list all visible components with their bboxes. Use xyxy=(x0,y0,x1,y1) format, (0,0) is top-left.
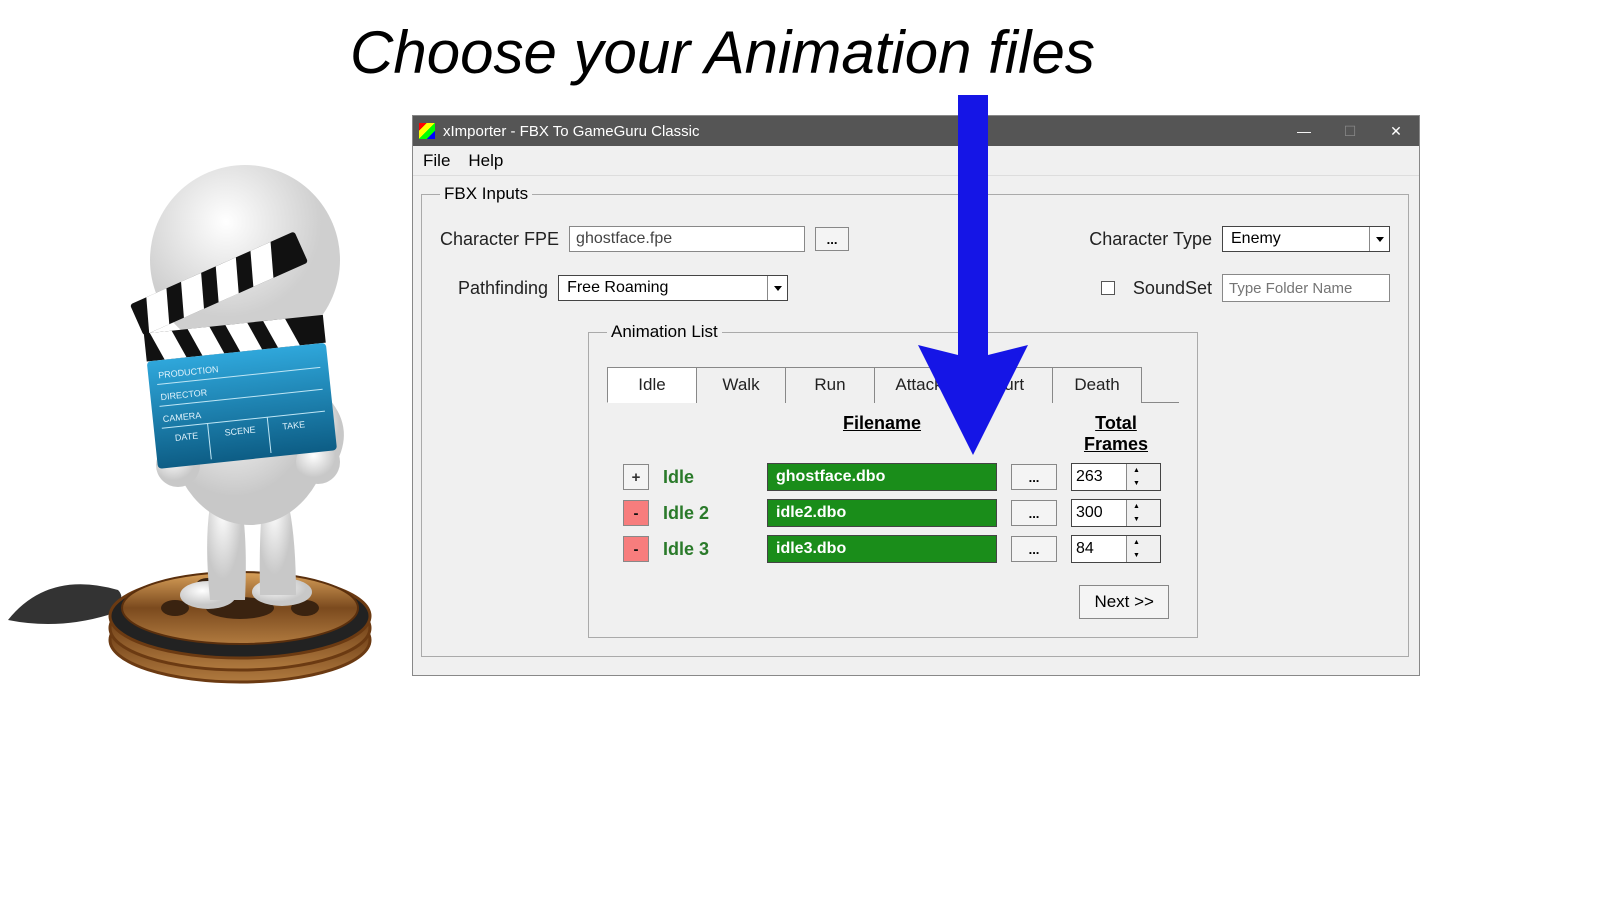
frames-spinner[interactable] xyxy=(1071,535,1161,563)
spin-up-icon[interactable] xyxy=(1127,500,1146,513)
chevron-down-icon xyxy=(1369,227,1389,251)
frames-input[interactable] xyxy=(1072,536,1126,562)
tab-death[interactable]: Death xyxy=(1052,367,1142,403)
animation-row: + Idle ghostface.dbo... xyxy=(613,463,1173,491)
app-icon xyxy=(419,123,435,139)
fpe-input[interactable] xyxy=(569,226,805,252)
animation-row: -Idle 2 idle2.dbo... xyxy=(613,499,1173,527)
delete-row-button[interactable]: - xyxy=(623,500,649,526)
menubar: File Help xyxy=(413,146,1419,176)
menu-file[interactable]: File xyxy=(423,151,450,171)
animation-filename: idle2.dbo xyxy=(767,499,997,527)
chevron-down-icon xyxy=(767,276,787,300)
animation-label: Idle 3 xyxy=(663,539,753,560)
fbx-inputs-group: FBX Inputs Character FPE ... Character T… xyxy=(421,184,1409,657)
soundset-label: SoundSet xyxy=(1133,278,1212,299)
soundset-input[interactable] xyxy=(1222,274,1390,302)
animation-label: Idle xyxy=(663,467,753,488)
animation-filename: ghostface.dbo xyxy=(767,463,997,491)
fpe-browse-button[interactable]: ... xyxy=(815,227,849,251)
frames-spinner[interactable] xyxy=(1071,463,1161,491)
charactertype-label: Character Type xyxy=(1089,229,1212,250)
spin-up-icon[interactable] xyxy=(1127,536,1146,549)
page-title: Choose your Animation files xyxy=(350,18,1095,87)
titlebar: xImporter - FBX To GameGuru Classic — ☐ … xyxy=(413,116,1419,146)
frames-input[interactable] xyxy=(1072,500,1126,526)
browse-file-button[interactable]: ... xyxy=(1011,500,1057,526)
next-button[interactable]: Next >> xyxy=(1079,585,1169,619)
charactertype-value: Enemy xyxy=(1223,230,1369,248)
add-row-button[interactable]: + xyxy=(623,464,649,490)
browse-file-button[interactable]: ... xyxy=(1011,464,1057,490)
spin-up-icon[interactable] xyxy=(1127,464,1146,477)
pathfinding-label: Pathfinding xyxy=(458,278,548,299)
spin-down-icon[interactable] xyxy=(1127,549,1146,562)
spin-down-icon[interactable] xyxy=(1127,477,1146,490)
menu-help[interactable]: Help xyxy=(468,151,503,171)
animation-label: Idle 2 xyxy=(663,503,753,524)
spin-down-icon[interactable] xyxy=(1127,513,1146,526)
animation-tabs: IdleWalkRunAttackHurtDeath xyxy=(607,366,1179,403)
maximize-button[interactable]: ☐ xyxy=(1327,116,1373,146)
window-title: xImporter - FBX To GameGuru Classic xyxy=(443,123,1281,140)
browse-file-button[interactable]: ... xyxy=(1011,536,1057,562)
animation-list-legend: Animation List xyxy=(607,322,722,342)
fpe-label: Character FPE xyxy=(440,229,559,250)
close-button[interactable]: ✕ xyxy=(1373,116,1419,146)
delete-row-button[interactable]: - xyxy=(623,536,649,562)
animation-row: -Idle 3 idle3.dbo... xyxy=(613,535,1173,563)
tab-hurt[interactable]: Hurt xyxy=(963,367,1053,403)
tab-run[interactable]: Run xyxy=(785,367,875,403)
pathfinding-value: Free Roaming xyxy=(559,279,767,297)
app-window: xImporter - FBX To GameGuru Classic — ☐ … xyxy=(412,115,1420,676)
animation-list-group: Animation List IdleWalkRunAttackHurtDeat… xyxy=(588,322,1198,638)
frames-spinner[interactable] xyxy=(1071,499,1161,527)
tab-idle[interactable]: Idle xyxy=(607,367,697,403)
header-frames: Total Frames xyxy=(1071,413,1161,455)
header-filename: Filename xyxy=(767,413,997,455)
tab-attack[interactable]: Attack xyxy=(874,367,964,403)
minimize-button[interactable]: — xyxy=(1281,116,1327,146)
fbx-legend: FBX Inputs xyxy=(440,184,532,204)
tab-walk[interactable]: Walk xyxy=(696,367,786,403)
pathfinding-dropdown[interactable]: Free Roaming xyxy=(558,275,788,301)
frames-input[interactable] xyxy=(1072,464,1126,490)
mascot-illustration: PRODUCTION DIRECTOR CAMERA DATE SCENE TA… xyxy=(0,130,400,710)
charactertype-dropdown[interactable]: Enemy xyxy=(1222,226,1390,252)
soundset-checkbox[interactable] xyxy=(1101,281,1115,295)
animation-filename: idle3.dbo xyxy=(767,535,997,563)
